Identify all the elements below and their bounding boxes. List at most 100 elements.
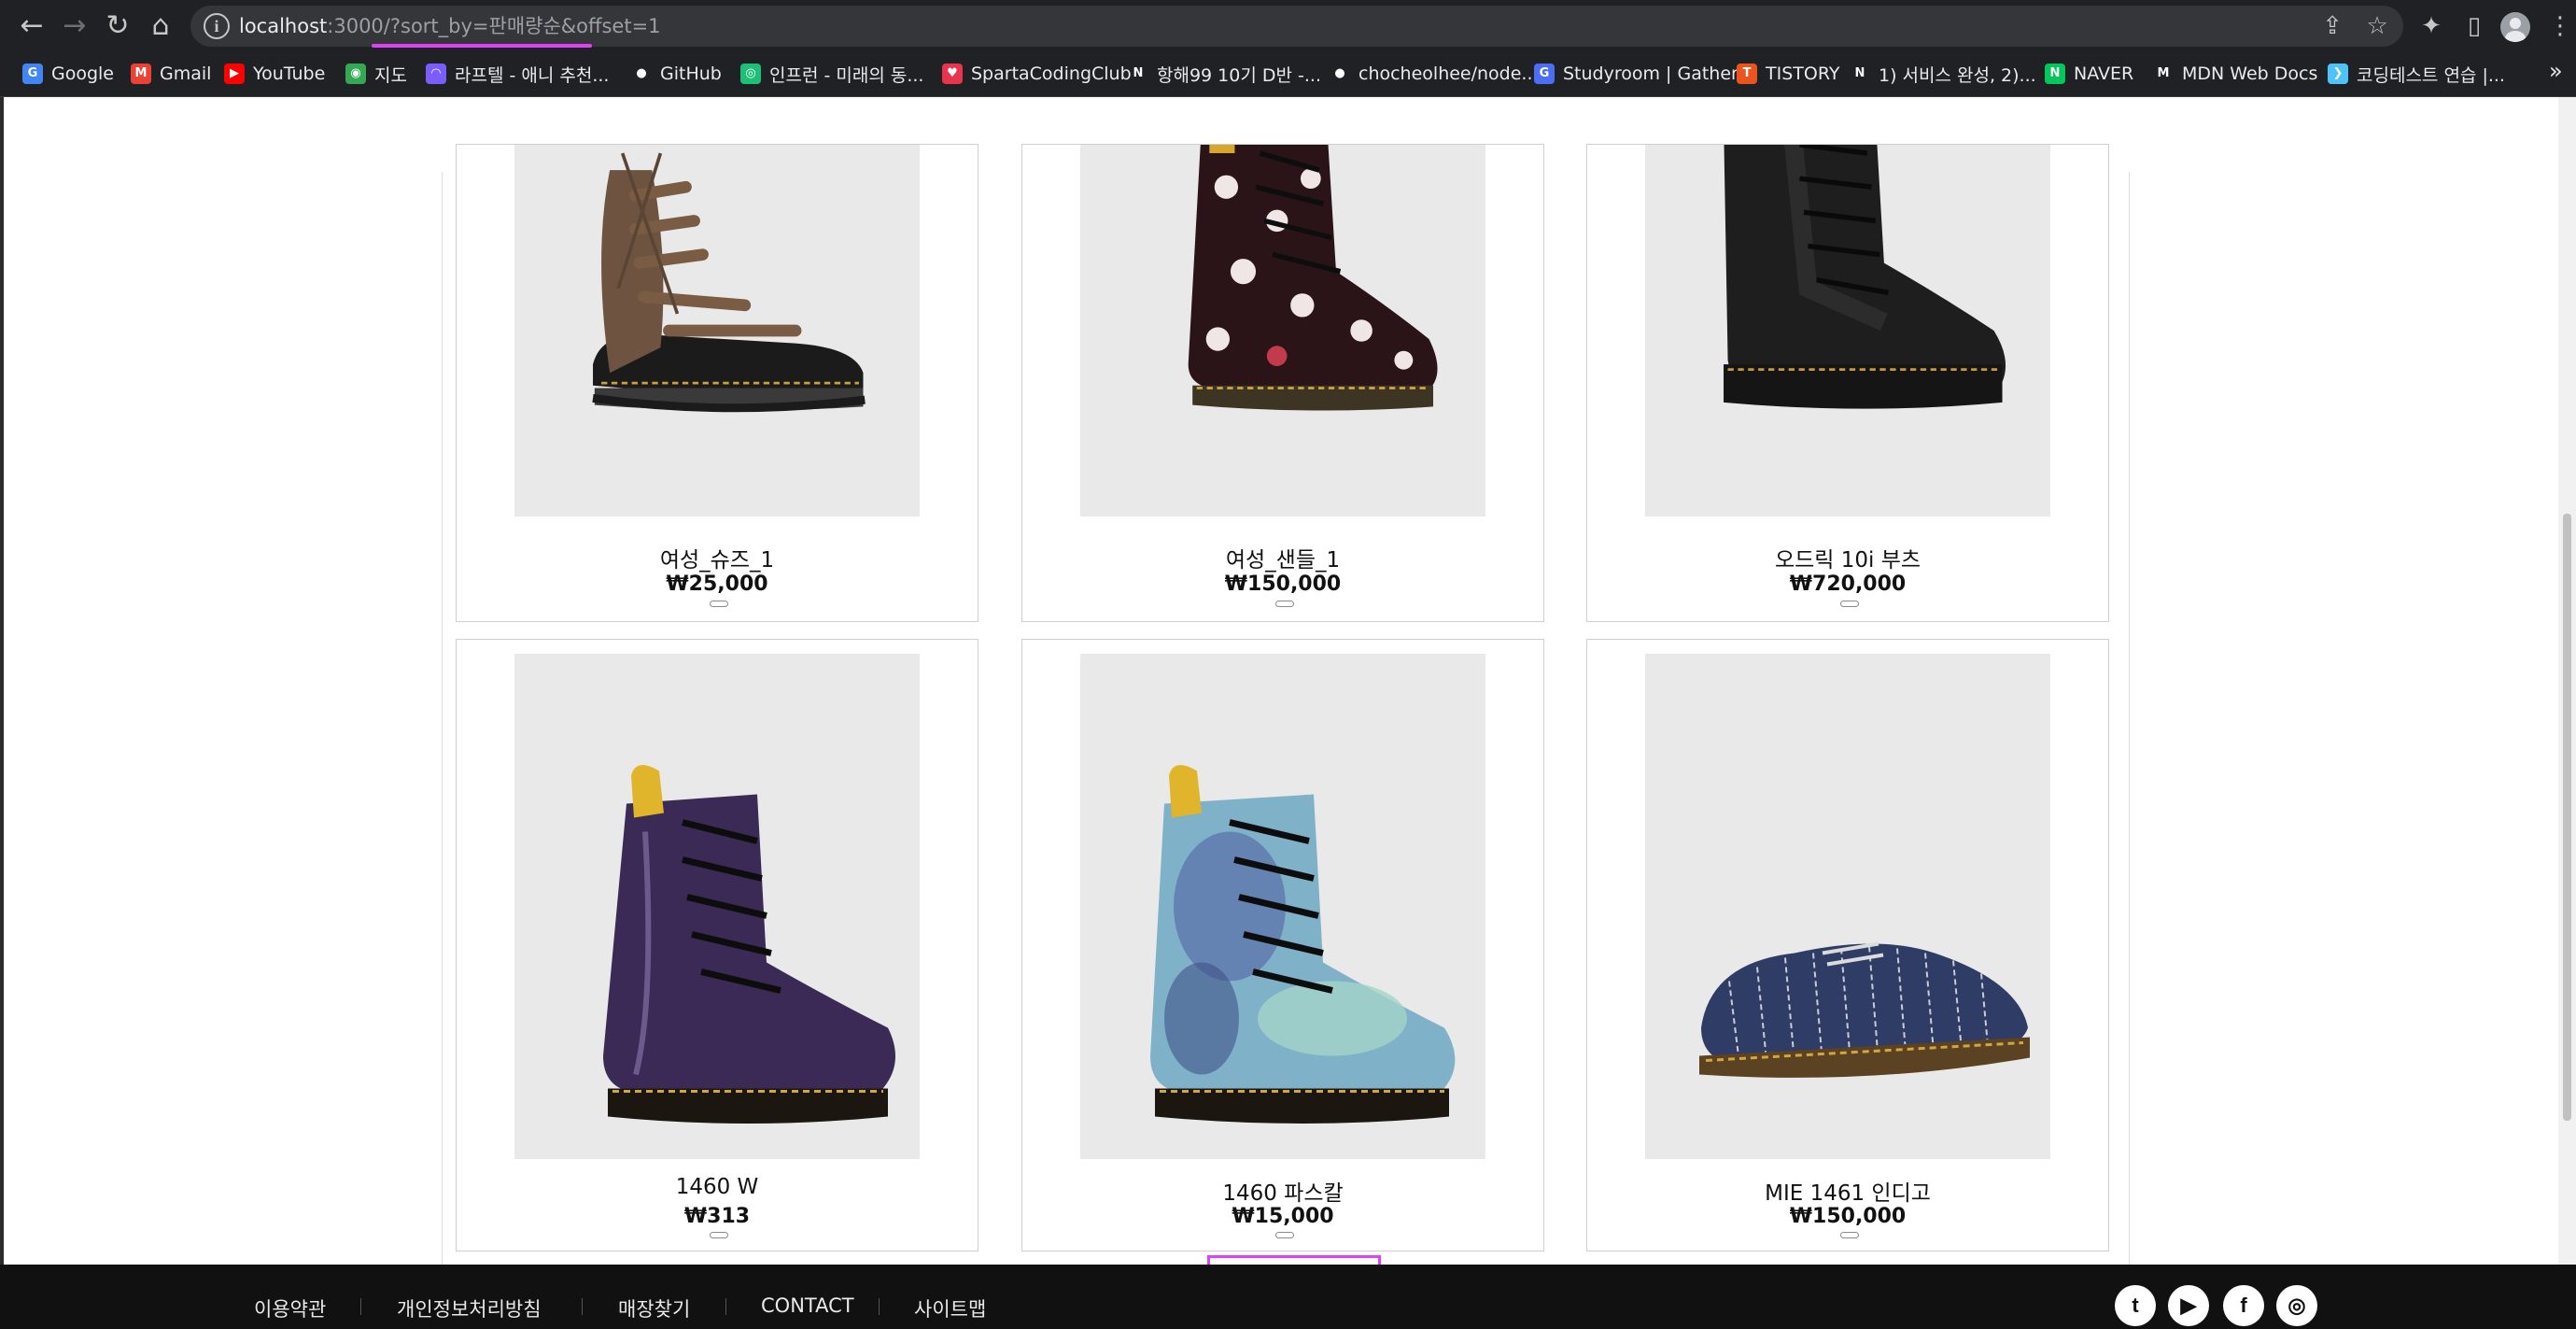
url-text[interactable]: localhost:3000/?sort_by=판매량순&offset=1 [239, 14, 661, 38]
back-icon[interactable]: ← [13, 7, 50, 45]
indigo-shoe-image[interactable] [1645, 654, 2050, 1159]
footer-link-terms[interactable]: 이용약관 [254, 1294, 326, 1322]
bookmark-item[interactable]: ▶ YouTube [224, 60, 325, 88]
gather-icon: G [1534, 64, 1555, 84]
site-info-icon[interactable]: i [204, 13, 230, 39]
bookmark-label: GitHub [660, 64, 722, 84]
footer-link-contact[interactable]: CONTACT [761, 1294, 854, 1317]
browser-toolbar: ← → ↻ ⌂ i localhost:3000/?sort_by=판매량순&o… [0, 0, 2576, 52]
bookmark-star-icon[interactable]: ☆ [2358, 7, 2396, 45]
github-icon: ● [636, 66, 647, 80]
product-name[interactable]: 1460 파스칼 [1022, 1175, 1543, 1207]
product-price: ₩313 [683, 1205, 751, 1228]
card-indicator [710, 601, 728, 607]
mdn-icon: M [2157, 66, 2170, 80]
footer-link-stores[interactable]: 매장찾기 [618, 1294, 690, 1322]
bookmark-label: 1) 서비스 완성, 2)... [1879, 64, 2036, 86]
url-path: :3000/?sort_by=판매량순&offset=1 [327, 15, 661, 37]
bookmark-label: 코딩테스트 연습 |... [2357, 64, 2505, 86]
bookmark-item[interactable]: N 항해99 10기 D반 -... [1128, 60, 1321, 88]
bookmark-item[interactable]: ❯ 코딩테스트 연습 |... [2328, 60, 2505, 88]
bookmark-item[interactable]: ◠ 라프텔 - 애니 추천... [426, 60, 609, 88]
address-bar[interactable]: i localhost:3000/?sort_by=판매량순&offset=1 [190, 6, 2403, 47]
bookmark-item[interactable]: ● GitHub [631, 60, 722, 88]
tistory-icon: T [1737, 64, 1757, 84]
product-price: ₩25,000 [666, 573, 768, 596]
product-name[interactable]: 오드릭 10i 부츠 [1587, 542, 2108, 573]
facebook-icon[interactable]: f [2223, 1285, 2264, 1326]
footer-link-privacy[interactable]: 개인정보처리방침 [397, 1294, 542, 1322]
product-price: ₩15,000 [1232, 1205, 1334, 1228]
reload-icon[interactable]: ↻ [99, 7, 136, 45]
instagram-icon[interactable]: ◎ [2276, 1285, 2317, 1326]
google-icon: G [22, 64, 43, 84]
bookmark-item[interactable]: ● chocheolhee/node... [1330, 60, 1538, 88]
footer-divider [879, 1298, 880, 1315]
tie-dye-boot-image[interactable] [1080, 654, 1485, 1159]
black-boot-image[interactable] [1645, 145, 2050, 516]
card-indicator [1840, 1232, 1859, 1238]
floral-boot-image[interactable] [1080, 145, 1485, 516]
gmail-icon: M [131, 64, 151, 84]
maps-icon: ◉ [345, 64, 366, 84]
card-indicator [1275, 601, 1294, 607]
product-price: ₩150,000 [1789, 1205, 1907, 1228]
product-name[interactable]: MIE 1461 인디고 [1587, 1175, 2108, 1207]
bookmark-item[interactable]: N NAVER [2045, 60, 2133, 88]
product-name[interactable]: 여성_샌들_1 [1022, 542, 1543, 573]
product-grid: 여성_슈즈_1 ₩25,000 여성_샌들_1 ₩150,000 오드릭 10i 부츠 ₩… [442, 144, 2130, 1266]
menu-icon[interactable]: ⋮ [2541, 7, 2576, 45]
product-card[interactable]: 1460 W ₩313 [456, 639, 978, 1251]
product-card[interactable]: 여성_슈즈_1 ₩25,000 [456, 144, 978, 622]
url-host: localhost [239, 15, 328, 37]
product-name[interactable]: 여성_슈즈_1 [457, 542, 978, 573]
profile-avatar[interactable] [2500, 12, 2530, 42]
footer-divider [360, 1298, 361, 1315]
product-card[interactable]: MIE 1461 인디고 ₩150,000 [1586, 639, 2109, 1251]
bookmark-item[interactable]: T TISTORY [1737, 60, 1839, 88]
notion-icon: N [1133, 66, 1144, 80]
card-indicator [1840, 601, 1859, 607]
bookmark-label: 라프텔 - 애니 추천... [455, 64, 610, 86]
twitter-icon[interactable]: t [2115, 1285, 2156, 1326]
side-panel-icon[interactable]: ▯ [2456, 7, 2493, 45]
bookmark-label: SpartaCodingClub [971, 64, 1132, 84]
bookmark-item[interactable]: ♥ SpartaCodingClub [942, 60, 1132, 88]
bookmark-item[interactable]: ◉ 지도 [345, 60, 407, 88]
bookmark-label: Google [51, 64, 115, 84]
bookmark-label: 항해99 10기 D반 -... [1157, 64, 1321, 86]
share-icon[interactable]: ⇪ [2314, 7, 2351, 45]
product-card[interactable]: 1460 파스칼 ₩15,000 [1021, 639, 1544, 1251]
bookmarks-bar: G Google M Gmail ▶ YouTube ◉ 지도 ◠ 라프텔 - 애니 추천... ●… [0, 52, 2576, 97]
bookmark-item[interactable]: N 1) 서비스 완성, 2)... [1850, 60, 2036, 88]
bookmark-item[interactable]: M MDN Web Docs [2153, 60, 2318, 88]
bookmark-item[interactable]: ◎ 인프런 - 미래의 동... [740, 60, 923, 88]
footer-divider [725, 1298, 726, 1315]
forward-icon[interactable]: → [56, 7, 93, 45]
purple-boot-image[interactable] [514, 654, 920, 1159]
product-card[interactable]: 여성_샌들_1 ₩150,000 [1021, 144, 1544, 622]
sparta-icon: ♥ [942, 64, 963, 84]
card-indicator [710, 1232, 728, 1238]
home-icon[interactable]: ⌂ [142, 7, 179, 45]
footer: 이용약관 개인정보처리방침 매장찾기 CONTACT 사이트맵 t ▶ f ◎ [0, 1265, 2576, 1329]
more-bookmarks-icon[interactable]: » [2549, 58, 2563, 84]
extensions-icon[interactable]: ✦ [2413, 7, 2450, 45]
programmers-icon: ❯ [2328, 64, 2348, 84]
bookmark-label: YouTube [253, 64, 326, 84]
footer-divider [582, 1298, 583, 1315]
youtube-icon[interactable]: ▶ [2168, 1285, 2209, 1326]
bookmark-item[interactable]: M Gmail [131, 60, 211, 88]
product-name[interactable]: 1460 W [457, 1175, 978, 1199]
scrollbar-thumb[interactable] [2563, 514, 2571, 1121]
window-edge [0, 97, 4, 1265]
product-card[interactable]: 오드릭 10i 부츠 ₩720,000 [1586, 144, 2109, 622]
bookmark-item[interactable]: G Google [22, 60, 114, 88]
page-viewport: 여성_슈즈_1 ₩25,000 여성_샌들_1 ₩150,000 오드릭 10i 부츠 ₩… [0, 97, 2576, 1329]
footer-link-sitemap[interactable]: 사이트맵 [914, 1294, 986, 1322]
sandal-shoe-image[interactable] [514, 145, 920, 516]
inflearn-icon: ◎ [740, 64, 761, 84]
naver-icon: N [2045, 64, 2065, 84]
bookmark-item[interactable]: G Studyroom | Gather [1534, 60, 1738, 88]
bookmark-label: Studyroom | Gather [1563, 64, 1738, 84]
